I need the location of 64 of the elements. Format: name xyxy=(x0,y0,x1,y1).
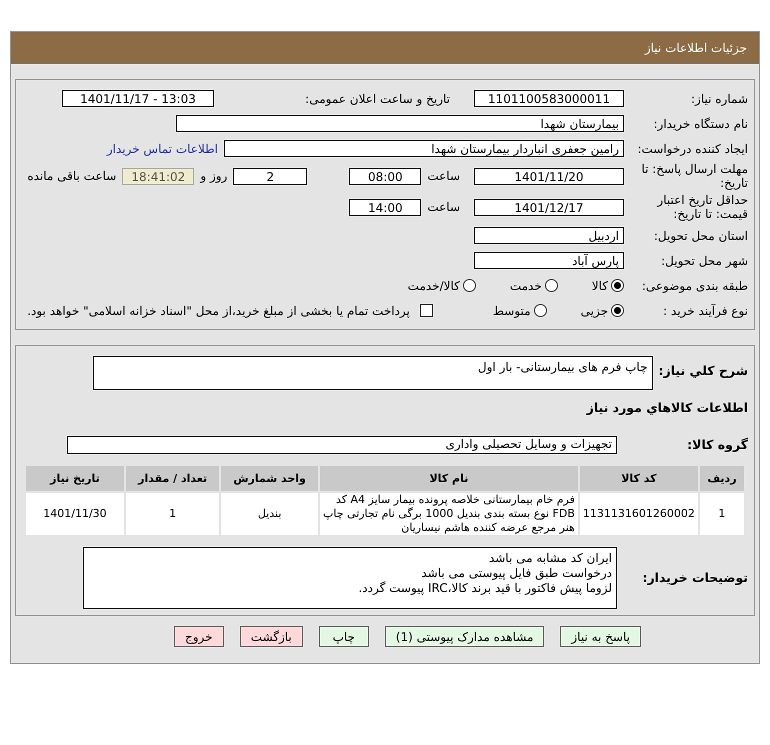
deadline-date-field: 1401/11/20 xyxy=(474,168,624,184)
table-cell: فرم خام بیمارستانی خلاصه پرونده بیمار سایز A4 کد FDB نوع بسته بندی بندیل 1000 برگی نام تجارتی چاپ هنر مرجع عرضه کننده هاشم نیساریان xyxy=(318,492,579,536)
field-label: شرح کلي نياز: xyxy=(658,364,748,378)
action-button[interactable]: چاپ xyxy=(318,626,369,647)
buyer-org-field: بیمارستان شهدا xyxy=(176,115,624,132)
column-header: ردیف xyxy=(698,465,745,492)
requester-field: رامین جعفری انباردار بیمارستان شهدا xyxy=(224,140,624,157)
remaining-time-field: 18:41:02 xyxy=(122,168,194,184)
radio-button[interactable] xyxy=(611,279,624,292)
radio-button[interactable] xyxy=(534,304,547,317)
column-header: نام کالا xyxy=(318,465,579,492)
city-field: پارس آباد xyxy=(474,252,624,269)
field-label: تاریخ و ساعت اعلان عمومی: xyxy=(304,92,450,106)
validity-date-field: 1401/12/17 xyxy=(474,198,624,216)
panel-header: جزئیات اطلاعات نیاز xyxy=(11,32,759,64)
table-cell: بندیل xyxy=(220,492,319,536)
action-button[interactable]: پاسخ به نیاز xyxy=(560,626,641,647)
field-label: ایجاد کننده درخواست: xyxy=(636,142,748,156)
checkbox-label: پرداخت تمام یا بخشی از مبلغ خرید،از محل "اسناد خزانه اسلامی" خواهد بود. xyxy=(27,304,410,318)
table-cell: 1401/11/30 xyxy=(25,492,125,536)
option-label: کالا xyxy=(592,278,608,292)
column-header: واحد شمارش xyxy=(220,465,319,492)
field-label: ساعت xyxy=(427,169,460,183)
field-label: گروه کالا: xyxy=(686,438,748,452)
table-cell: 1 xyxy=(698,492,745,536)
radio-button[interactable] xyxy=(611,304,624,317)
radio-button[interactable] xyxy=(544,279,558,292)
field-label: استان محل تحویل: xyxy=(652,228,748,242)
validity-time-field: 14:00 xyxy=(349,198,422,216)
buyer-notes-field: ایران کد مشابه می باشد درخواست طبق فایل پیوستی می باشد لزوما پیش فاکتور با قید برند کالا،IRC پیوست گردد. xyxy=(83,547,617,609)
description-field: چاپ فرم های بیمارستانی- بار اول xyxy=(92,356,653,390)
field-label: ساعت باقی مانده xyxy=(27,169,116,183)
field-label: شماره نیاز: xyxy=(690,92,748,106)
column-header: تعداد / مقدار xyxy=(124,465,220,492)
column-header: کد کالا xyxy=(578,465,699,492)
table-cell: 1 xyxy=(124,492,220,536)
field-label: نام دستگاه خریدار: xyxy=(652,116,748,130)
days-field: 2 xyxy=(233,168,308,184)
field-label: روز و xyxy=(200,169,228,183)
contact-link[interactable]: اطلاعات تماس خریدار xyxy=(106,142,218,156)
option-label: جزیی xyxy=(580,304,608,318)
field-label: توضیحات خریدار: xyxy=(641,571,748,585)
announce-date-field: 1401/11/17 - 13:03 xyxy=(62,90,214,107)
field-label: مهلت ارسال پاسخ: تا تاریخ: xyxy=(640,162,748,190)
deadline-time-field: 08:00 xyxy=(349,168,422,184)
need-number-field: 1101100583000011 xyxy=(474,90,624,107)
field-label: نوع فرآیند خرید : xyxy=(662,304,748,318)
field-label: ساعت xyxy=(427,200,460,214)
option-label: کالا/خدمت xyxy=(408,278,460,292)
section-title: اطلاعات كالاهاي مورد نياز xyxy=(586,401,748,415)
field-label: طبقه بندی موضوعی: xyxy=(640,278,748,292)
field-label: حداقل تاریخ اعتبار قیمت: تا تاریخ: xyxy=(656,193,748,221)
option-label: متوسط xyxy=(492,304,531,318)
table-cell: 1131131601260002 xyxy=(578,492,699,536)
province-field: اردبیل xyxy=(474,227,624,244)
goods-group-field: تجهیزات و وسایل تحصیلی واداری xyxy=(67,436,617,454)
action-button[interactable]: مشاهده مدارک پیوستی (1) xyxy=(384,626,544,647)
action-button[interactable]: بازگشت xyxy=(240,626,303,647)
radio-button[interactable] xyxy=(462,279,476,292)
option-label: خدمت xyxy=(510,278,542,292)
column-header: تاریخ نیاز xyxy=(25,465,125,492)
checkbox[interactable] xyxy=(420,304,433,317)
action-button[interactable]: خروج xyxy=(174,626,224,647)
field-label: شهر محل تحویل: xyxy=(660,254,748,268)
